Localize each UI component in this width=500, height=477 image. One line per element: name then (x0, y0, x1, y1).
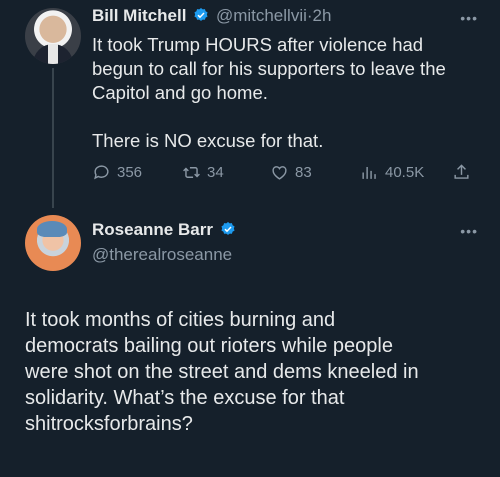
tweet-header: Roseanne Barr (92, 219, 238, 241)
author-name[interactable]: Roseanne Barr (92, 220, 213, 239)
reply-icon (94, 165, 109, 180)
timestamp[interactable]: 2h (313, 6, 332, 25)
author-handle[interactable]: @mitchellvii (216, 6, 307, 25)
author-handle[interactable]: @therealroseanne (92, 245, 232, 265)
retweet-button[interactable]: 34 (182, 163, 224, 182)
like-icon (272, 166, 287, 180)
tweet-text: It took months of cities burning and dem… (25, 309, 419, 435)
tweet-header: Bill Mitchell @mitchellvii·2h (92, 5, 331, 27)
avatar[interactable] (25, 8, 81, 64)
thread-connector-line (52, 68, 54, 208)
verified-icon (194, 8, 208, 21)
views-count: 40.5K (385, 164, 425, 181)
tweet-original[interactable]: Bill Mitchell @mitchellvii·2h ••• It too… (0, 0, 500, 208)
share-icon (454, 164, 469, 179)
tweet-text: It took Trump HOURS after violence had b… (92, 34, 446, 151)
avatar[interactable] (25, 215, 81, 271)
share-button[interactable] (452, 163, 471, 182)
reply-button[interactable]: 356 (92, 163, 142, 182)
retweet-icon (183, 167, 200, 178)
views-button[interactable]: 40.5K (360, 163, 424, 182)
author-name[interactable]: Bill Mitchell (92, 6, 186, 25)
views-icon (362, 166, 376, 179)
like-count: 83 (295, 164, 312, 181)
tweet-actions: 356 34 83 40.5K (92, 163, 482, 185)
reply-count: 356 (117, 164, 143, 181)
verified-icon (221, 222, 235, 235)
retweet-count: 34 (207, 164, 224, 181)
more-icon[interactable]: ••• (460, 10, 478, 26)
more-icon[interactable]: ••• (460, 223, 478, 239)
like-button[interactable]: 83 (270, 163, 312, 182)
